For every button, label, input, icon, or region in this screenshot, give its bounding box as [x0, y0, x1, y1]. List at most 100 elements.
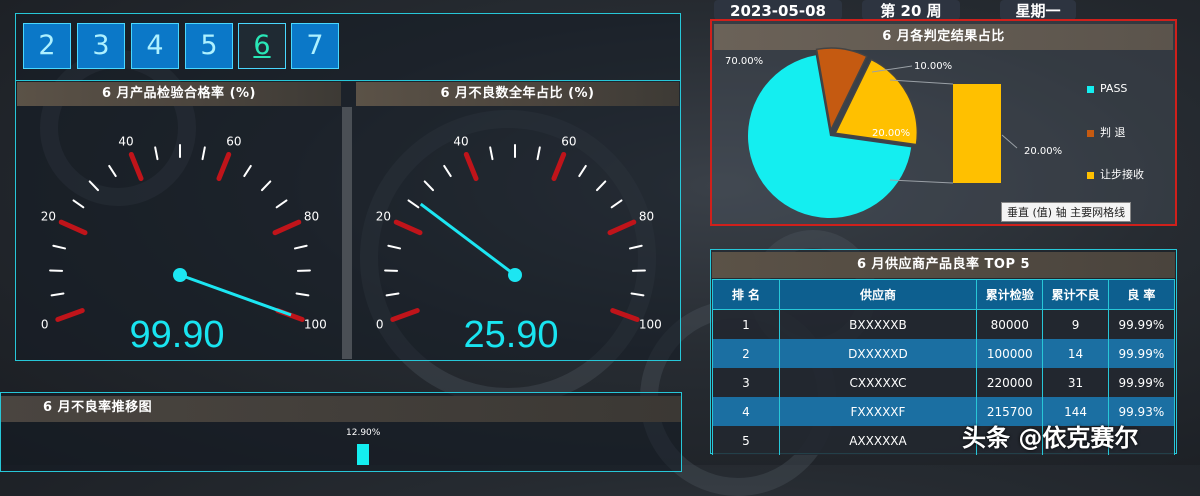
- table-cell: 80000: [977, 310, 1043, 340]
- month-tab-5[interactable]: 5: [185, 23, 233, 69]
- gauge1-title: 6 月产品检验合格率 (%): [102, 86, 256, 101]
- month-tab-2[interactable]: 2: [23, 23, 71, 69]
- gauge-major-tick: [554, 154, 564, 178]
- gauge-tick-label: 60: [226, 134, 241, 148]
- month-tab-6[interactable]: 6: [238, 23, 286, 69]
- table-cell: 14: [1043, 339, 1108, 368]
- gauge-minor-tick: [612, 200, 622, 207]
- gauge-tick-label: 0: [376, 317, 384, 331]
- gauge-major-tick: [613, 311, 637, 320]
- legend-concession-swatch: [1087, 172, 1094, 179]
- table-header-row: 排 名 供应商 累计检验 累计不良 良 率: [713, 280, 1175, 310]
- legend-reject-swatch: [1087, 130, 1094, 137]
- gauge-minor-tick: [490, 147, 492, 159]
- watermark: 头条 @依克赛尔: [962, 418, 1138, 453]
- col-header-inspected: 累计检验: [977, 280, 1043, 310]
- col-header-rank: 排 名: [713, 280, 780, 310]
- gauge-tick-label: 80: [304, 209, 319, 223]
- col-header-yield: 良 率: [1108, 280, 1174, 310]
- gauge-tick-label: 60: [561, 134, 576, 148]
- gauge-minor-tick: [388, 246, 400, 249]
- gauge1-title-band: 6 月产品检验合格率 (%): [17, 82, 341, 106]
- gauge-minor-tick: [262, 181, 270, 190]
- week-display: 第 20 周: [862, 0, 960, 20]
- table-cell: 2: [713, 339, 780, 368]
- gauge-minor-tick: [425, 181, 433, 190]
- month-tab-7[interactable]: 7: [291, 23, 339, 69]
- connector-line: [890, 180, 953, 183]
- gauge-minor-tick: [297, 293, 309, 295]
- gauge-minor-tick: [409, 200, 419, 207]
- gauge-needle: [180, 275, 291, 315]
- gauge-tick-label: 0: [41, 317, 49, 331]
- table-cell: 5: [713, 426, 780, 455]
- gauge1-value: 99.90: [77, 314, 277, 357]
- table-cell: AXXXXXA: [779, 426, 976, 455]
- gauge-major-tick: [610, 222, 634, 233]
- gauge-minor-tick: [630, 246, 642, 249]
- table-cell: 4: [713, 397, 780, 426]
- gauge-minor-tick: [597, 181, 605, 190]
- gauge2-title-band: 6 月不良数全年占比 (%): [356, 82, 679, 106]
- gauge-minor-tick: [109, 166, 116, 176]
- legend-pass: PASS: [1087, 82, 1127, 95]
- gauge-minor-tick: [74, 200, 84, 207]
- gauge-tick-label: 80: [639, 209, 654, 223]
- gauge-minor-tick: [444, 166, 451, 176]
- gauge-tick-label: 20: [376, 209, 391, 223]
- month-tab-3[interactable]: 3: [77, 23, 125, 69]
- pie-data-label: 20.00%: [872, 128, 910, 139]
- legend-reject-label: 判 退: [1100, 126, 1126, 139]
- gauge-minor-tick: [579, 166, 586, 176]
- connector-line: [1002, 135, 1017, 148]
- trend-title-band: 6 月不良率推移图: [1, 396, 681, 422]
- gauge-minor-tick: [203, 147, 205, 159]
- gauge-minor-tick: [155, 147, 157, 159]
- gauge-minor-tick: [538, 147, 540, 159]
- table-cell: 99.99%: [1108, 310, 1174, 340]
- gauge-minor-tick: [53, 246, 65, 249]
- pie-data-label: 70.00%: [725, 56, 763, 67]
- table-row: 1BXXXXXB80000999.99%: [713, 310, 1175, 340]
- pie-data-label: 20.00%: [1024, 146, 1062, 157]
- col-header-defects: 累计不良: [1043, 280, 1108, 310]
- trend-panel: 6 月不良率推移图: [0, 392, 682, 472]
- gauge-major-tick: [219, 154, 229, 178]
- supplier-table-title: 6 月供应商产品良率 TOP 5: [857, 257, 1030, 272]
- col-header-supplier: 供应商: [779, 280, 976, 310]
- table-cell: 220000: [977, 368, 1043, 397]
- gauge-hub: [173, 268, 187, 282]
- gauge-major-tick: [275, 222, 299, 233]
- gauge-tick-label: 20: [41, 209, 56, 223]
- legend-pass-label: PASS: [1100, 82, 1127, 95]
- trend-data-label: 12.90%: [346, 428, 380, 438]
- gauge-divider: [342, 107, 352, 359]
- gauge-minor-tick: [52, 293, 64, 295]
- supplier-title-band: 6 月供应商产品良率 TOP 5: [712, 252, 1175, 278]
- gauge-minor-tick: [387, 293, 399, 295]
- month-tab-4[interactable]: 4: [131, 23, 179, 69]
- gauge-tick-label: 40: [118, 134, 133, 148]
- legend-concession: 让步接收: [1087, 166, 1144, 182]
- gauge-major-tick: [61, 222, 85, 233]
- table-cell: 99.99%: [1108, 339, 1174, 368]
- bar-of-pie-bar: [953, 84, 1001, 183]
- legend-reject: 判 退: [1087, 124, 1126, 140]
- gauge2-value: 25.90: [411, 314, 611, 357]
- table-cell: 99.99%: [1108, 368, 1174, 397]
- gauge-tick-label: 40: [453, 134, 468, 148]
- chart-tooltip: 垂直 (值) 轴 主要网格线: [1001, 202, 1131, 222]
- legend-concession-label: 让步接收: [1100, 168, 1144, 181]
- date-display: 2023-05-08: [714, 0, 842, 20]
- table-cell: BXXXXXB: [779, 310, 976, 340]
- table-row: 3CXXXXXC2200003199.99%: [713, 368, 1175, 397]
- table-cell: CXXXXXC: [779, 368, 976, 397]
- table-cell: 3: [713, 368, 780, 397]
- table-row: 2DXXXXXD1000001499.99%: [713, 339, 1175, 368]
- trend-bar: [357, 444, 369, 465]
- gauge-major-tick: [466, 154, 476, 178]
- table-cell: 100000: [977, 339, 1043, 368]
- gauge-tick-label: 100: [639, 317, 662, 331]
- table-cell: 31: [1043, 368, 1108, 397]
- gauge-hub: [508, 268, 522, 282]
